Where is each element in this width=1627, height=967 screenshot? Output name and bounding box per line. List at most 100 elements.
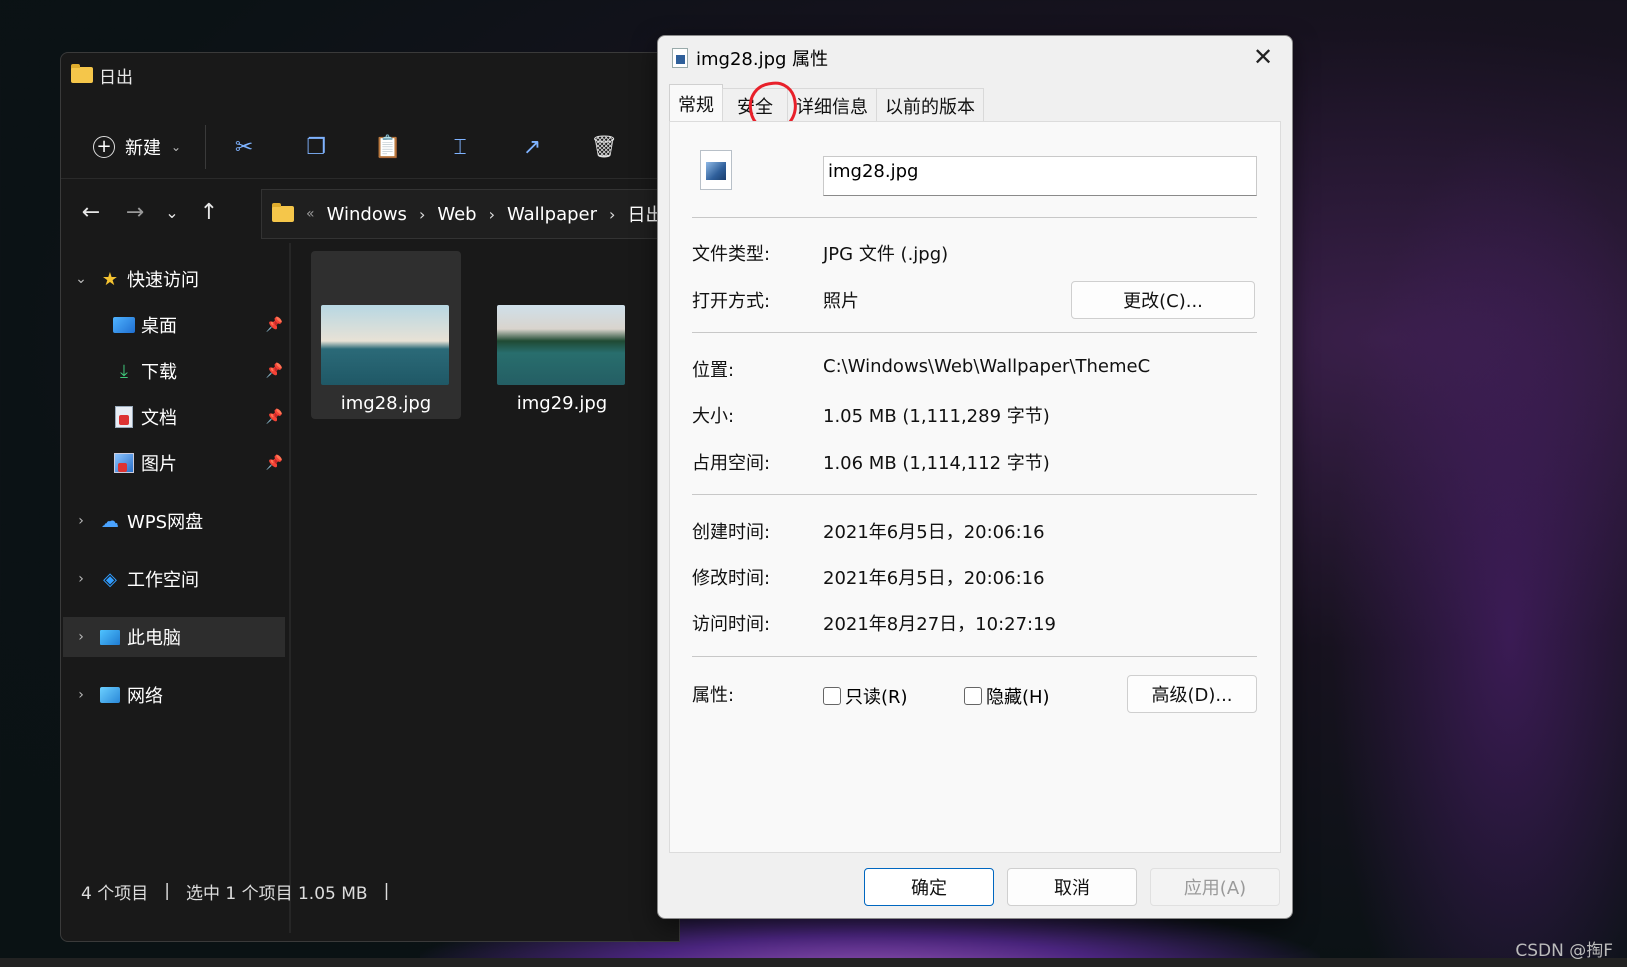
created-label: 创建时间: [692,522,771,543]
sidebar-item-workspace[interactable]: › ◈ 工作空间 [73,559,283,599]
divider [692,656,1257,657]
file-name: img29.jpg [516,393,608,414]
cut-button[interactable]: ✂ [222,125,266,169]
chevron-down-icon[interactable]: ⌄ [73,271,89,287]
readonly-checkbox[interactable]: 只读(R) [823,683,908,709]
modified-value: 2021年6月5日，20:06:16 [823,568,1045,589]
star-icon: ★ [101,268,119,290]
image-file-icon [700,150,732,190]
tab-strip: 常规 安全 详细信息 以前的版本 [669,84,984,122]
open-with-label: 打开方式: [692,291,771,312]
divider [692,494,1257,495]
tab-details[interactable]: 详细信息 [787,88,877,122]
sidebar-item-documents[interactable]: 文档 📌 [113,397,283,437]
workspace-icon: ◈ [103,568,117,590]
tab-previous-versions[interactable]: 以前的版本 [876,88,984,122]
item-count: 4 个项目 [81,883,149,904]
pane-splitter[interactable] [289,243,291,933]
toolbar-separator [205,125,207,169]
advanced-button[interactable]: 高级(D)... [1127,675,1257,713]
tab-general[interactable]: 常规 [669,84,723,122]
sidebar-item-wps-drive[interactable]: › ☁ WPS网盘 [73,501,283,541]
checkbox-box[interactable] [964,687,982,705]
explorer-title-bar: 日出 [71,63,133,88]
close-button[interactable]: ✕ [1248,42,1278,72]
paste-button[interactable]: 📋 [366,125,410,169]
chevron-right-icon[interactable]: › [73,513,89,529]
selection-info: 选中 1 个项目 1.05 MB [185,883,368,904]
copy-icon: ❐ [306,134,326,160]
pin-icon[interactable]: 📌 [266,455,283,471]
download-icon: ⤓ [120,360,128,382]
up-button[interactable]: ↑ [187,190,231,234]
breadcrumb-separator-icon: › [418,204,426,224]
arrow-up-icon: ↑ [199,199,219,225]
breadcrumb-separator-icon: › [488,204,495,224]
rename-button[interactable]: ⌶ [438,125,482,169]
sidebar-label: 网络 [127,686,163,707]
toolbar-divider [61,178,679,179]
clipboard-icon: 📋 [374,134,402,160]
folder-icon [71,64,93,83]
file-type-value: JPG 文件 (.jpg) [823,244,949,265]
sidebar-item-this-pc[interactable]: › 此电脑 [63,617,285,657]
chevron-right-icon[interactable]: › [73,629,89,645]
pin-icon[interactable]: 📌 [266,317,283,333]
sidebar-item-desktop[interactable]: 桌面 📌 [113,305,283,345]
cancel-button[interactable]: 取消 [1007,868,1137,906]
location-label: 位置: [692,360,735,381]
sidebar-item-pictures[interactable]: 图片 📌 [113,443,283,483]
pin-icon[interactable]: 📌 [266,363,283,379]
sidebar-item-downloads[interactable]: ⤓ 下载 📌 [113,351,283,391]
delete-button[interactable]: 🗑 [582,125,626,169]
breadcrumb-wallpaper[interactable]: Wallpaper [507,204,597,225]
checkbox-box[interactable] [823,687,841,705]
copy-button[interactable]: ❐ [294,125,338,169]
explorer-toolbar: + 新建 ⌄ ✂ ❐ 📋 ⌶ ↗ 🗑 [61,117,679,177]
sidebar-item-network[interactable]: › 网络 [73,675,283,715]
documents-icon [113,406,135,428]
sidebar-item-quick-access[interactable]: ⌄ ★ 快速访问 [73,259,283,299]
share-icon: ↗ [522,134,542,160]
new-button[interactable]: + 新建 ⌄ [93,134,181,160]
rename-icon: ⌶ [453,134,467,160]
share-button[interactable]: ↗ [510,125,554,169]
sidebar-label: 此电脑 [127,628,181,649]
chevron-right-icon[interactable]: › [73,687,89,703]
chevron-down-icon: ⌄ [171,140,182,154]
open-with-value: 照片 [823,291,859,312]
size-on-disk-label: 占用空间: [692,453,771,474]
navigation-bar: ← → ⌄ ↑ « Windows › Web › Wallpaper › 日出 [61,188,691,239]
sidebar-label: 桌面 [141,316,177,337]
size-value: 1.05 MB (1,111,289 字节) [823,406,1050,427]
recent-locations-button[interactable]: ⌄ [157,190,187,234]
size-label: 大小: [692,406,735,427]
forward-button[interactable]: → [113,190,157,234]
status-separator: | [164,881,170,901]
breadcrumb-windows[interactable]: Windows [327,204,407,225]
pin-icon[interactable]: 📌 [266,409,283,425]
breadcrumb-overflow-icon[interactable]: « [306,206,315,222]
computer-icon [99,626,121,648]
file-tile-img29[interactable]: img29.jpg [487,251,637,419]
breadcrumb-web[interactable]: Web [437,204,476,225]
readonly-label: 只读(R) [845,687,908,708]
ok-button[interactable]: 确定 [864,868,994,906]
chevron-down-icon: ⌄ [165,202,179,222]
sidebar-label: WPS网盘 [127,512,204,533]
change-button[interactable]: 更改(C)... [1071,281,1255,319]
address-bar[interactable]: « Windows › Web › Wallpaper › 日出 [261,189,691,239]
chevron-right-icon[interactable]: › [73,571,89,587]
arrow-right-icon: → [125,199,145,225]
filename-field[interactable]: img28.jpg [823,156,1257,196]
hidden-checkbox[interactable]: 隐藏(H) [964,683,1050,709]
dialog-title: img28.jpg 属性 [696,49,829,70]
explorer-title: 日出 [99,67,133,88]
image-thumbnail [321,305,449,385]
breadcrumb-separator-icon: › [609,204,616,224]
back-button[interactable]: ← [69,190,113,234]
file-type-label: 文件类型: [692,244,771,265]
apply-button[interactable]: 应用(A) [1150,868,1280,906]
plus-icon: + [93,136,115,158]
file-tile-img28[interactable]: img28.jpg [311,251,461,419]
